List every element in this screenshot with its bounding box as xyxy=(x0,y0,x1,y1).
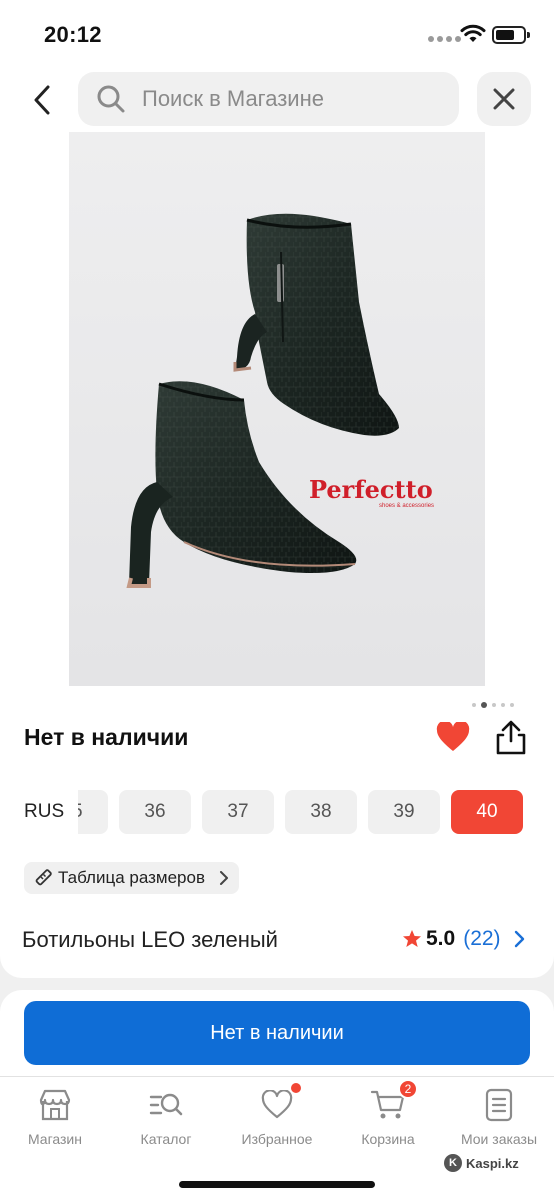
close-button[interactable] xyxy=(477,72,531,126)
photo-brand-text: Perfectto xyxy=(309,475,433,504)
size-system-label: RUS xyxy=(24,801,65,822)
cellular-signal-icon xyxy=(428,36,461,42)
status-bar: 20:12 xyxy=(0,0,554,68)
size-option-35[interactable]: 35 xyxy=(78,790,108,834)
size-option-39[interactable]: 39 xyxy=(368,790,440,834)
size-option-36[interactable]: 36 xyxy=(119,790,191,834)
battery-icon xyxy=(492,26,530,44)
size-selector: 353637383940 xyxy=(78,790,554,834)
catalog-search-icon xyxy=(149,1093,183,1116)
favorite-button[interactable] xyxy=(436,720,470,757)
search-icon xyxy=(97,85,125,113)
heart-filled-icon xyxy=(436,720,470,751)
availability-status: Нет в наличии xyxy=(24,724,189,750)
pager-dot xyxy=(472,703,476,707)
top-bar: Поиск в Магазине xyxy=(0,68,554,132)
tab-cart[interactable]: 2 Корзина xyxy=(333,1079,443,1147)
size-option-37[interactable]: 37 xyxy=(202,790,274,834)
orders-icon xyxy=(485,1088,513,1122)
tab-label: Магазин xyxy=(27,1131,82,1147)
star-icon xyxy=(403,930,421,947)
shop-icon xyxy=(39,1089,71,1121)
tab-my-orders[interactable]: Мои заказы xyxy=(444,1087,554,1147)
product-card: Perfectto shoes & accessories Нет в нали… xyxy=(0,132,554,978)
rating-value: 5.0 xyxy=(426,927,456,950)
heart-icon xyxy=(261,1090,293,1119)
photo-brand-subtext: shoes & accessories xyxy=(379,503,434,509)
photo-pager xyxy=(472,702,514,708)
status-time: 20:12 xyxy=(44,22,102,47)
share-icon xyxy=(496,720,526,755)
action-panel: Нет в наличии xyxy=(0,990,554,1076)
pager-dot xyxy=(492,703,496,707)
home-indicator xyxy=(179,1181,375,1188)
review-count: (22) xyxy=(463,927,501,950)
tab-shop[interactable]: Магазин xyxy=(0,1087,110,1147)
pager-dot xyxy=(510,703,514,707)
size-table-label: Таблица размеров xyxy=(58,868,205,887)
out-of-stock-button[interactable]: Нет в наличии xyxy=(24,1001,530,1065)
wifi-icon xyxy=(460,24,486,42)
chevron-left-icon xyxy=(34,85,50,115)
search-input[interactable]: Поиск в Магазине xyxy=(78,72,459,126)
tab-label: Мои заказы xyxy=(460,1131,538,1147)
pager-dot xyxy=(481,702,487,708)
close-icon xyxy=(493,88,515,110)
tab-label: Каталог xyxy=(140,1131,192,1147)
share-button[interactable] xyxy=(494,720,528,761)
size-option-38[interactable]: 38 xyxy=(285,790,357,834)
watermark-text: Kaspi.kz xyxy=(466,1155,519,1171)
pager-dot xyxy=(501,703,505,707)
kaspi-logo-icon: K xyxy=(444,1154,462,1172)
cart-count-badge: 2 xyxy=(398,1079,418,1099)
tab-favorites[interactable]: Избранное xyxy=(222,1083,332,1147)
chevron-right-icon xyxy=(219,871,228,885)
size-table-button[interactable]: Таблица размеров xyxy=(24,862,239,894)
tab-label: Избранное xyxy=(241,1131,313,1147)
product-title: Ботильоны LEO зеленый xyxy=(22,927,278,952)
tab-label: Корзина xyxy=(361,1131,415,1147)
kaspi-watermark: K Kaspi.kz xyxy=(444,1154,519,1172)
boots-photo-image: Perfectto shoes & accessories xyxy=(69,132,485,686)
size-option-40[interactable]: 40 xyxy=(451,790,523,834)
tab-catalog[interactable]: Каталог xyxy=(111,1087,221,1147)
product-photo[interactable]: Perfectto shoes & accessories xyxy=(69,132,485,686)
back-button[interactable] xyxy=(22,80,62,120)
ruler-icon xyxy=(35,869,52,886)
favorites-dot xyxy=(291,1083,301,1093)
rating-link[interactable]: 5.0 (22) xyxy=(402,927,527,951)
chevron-right-icon xyxy=(514,930,524,948)
search-placeholder: Поиск в Магазине xyxy=(142,86,324,111)
